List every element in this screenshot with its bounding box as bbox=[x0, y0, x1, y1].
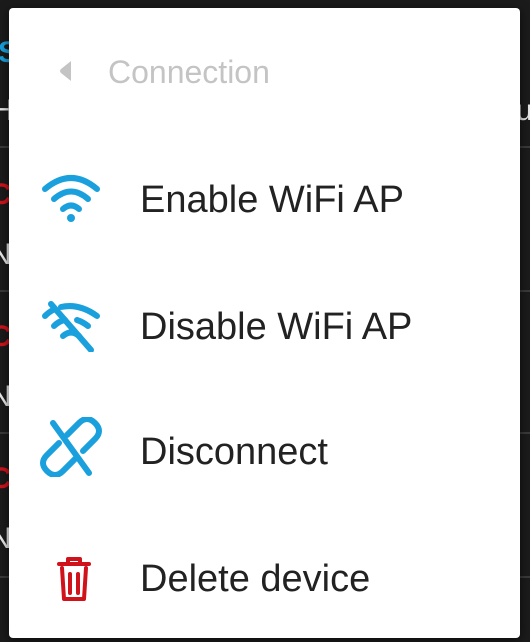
screen: S H u C N C N C N Connection Enable WiFi… bbox=[0, 0, 530, 642]
trash-icon bbox=[57, 557, 91, 601]
disconnect-item[interactable]: Disconnect bbox=[9, 399, 520, 499]
disable-wifi-ap-item[interactable]: Disable WiFi AP bbox=[9, 274, 520, 374]
back-arrow-icon bbox=[60, 61, 71, 81]
wifi-icon bbox=[42, 175, 100, 222]
menu-item-label: Disable WiFi AP bbox=[140, 306, 413, 348]
menu-item-label: Delete device bbox=[140, 558, 371, 600]
wifi-off-icon bbox=[42, 301, 100, 352]
menu-item-label: Enable WiFi AP bbox=[140, 179, 404, 221]
menu-header-label: Connection bbox=[108, 54, 270, 90]
back-to-connection-button[interactable]: Connection bbox=[9, 41, 520, 101]
menu-item-label: Disconnect bbox=[140, 431, 328, 473]
enable-wifi-ap-item[interactable]: Enable WiFi AP bbox=[9, 147, 520, 247]
link-off-icon bbox=[40, 417, 102, 477]
delete-device-item[interactable]: Delete device bbox=[9, 526, 520, 626]
connection-popup-menu: Connection Enable WiFi AP Disable WiFi A… bbox=[9, 8, 520, 638]
